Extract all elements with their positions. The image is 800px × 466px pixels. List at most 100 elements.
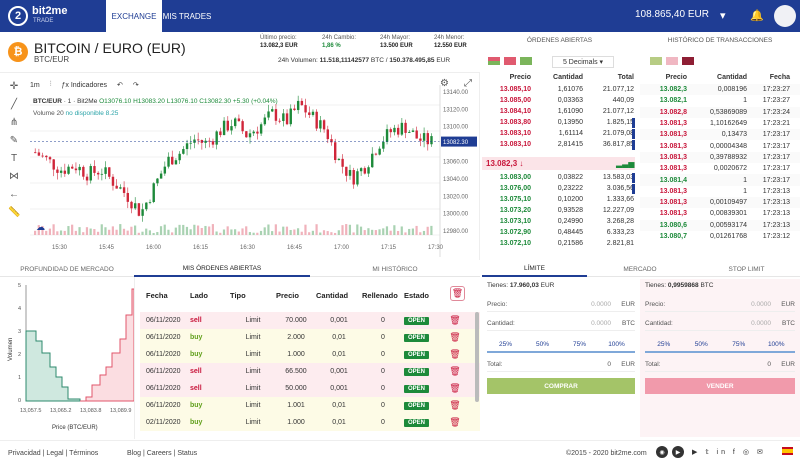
candle-body (163, 166, 167, 174)
history-cell: 13.081,4 (659, 176, 687, 184)
volume-bar (159, 226, 163, 235)
bitcoin-icon: ₿ (8, 42, 28, 62)
order-row: 06/11/2020 sell Limit 66.500 0,001 0 OPEN 🗑 (140, 363, 480, 380)
decimals-select[interactable]: 5 Decimals ▾ (552, 56, 614, 68)
history-view-toggle[interactable] (650, 57, 702, 65)
volume-bar (89, 228, 92, 235)
buy-button[interactable]: COMPRAR (487, 378, 635, 394)
tab-market-depth[interactable]: PROFUNDIDAD DE MERCADO (0, 262, 134, 277)
bid-cell: 1.333,66 (606, 196, 634, 203)
ruler-icon[interactable]: 📏 (8, 207, 20, 219)
sell-button[interactable]: VENDER (645, 378, 795, 394)
volume-bar (241, 228, 244, 235)
candle-body (222, 120, 226, 136)
ask-row[interactable]: 13.083,80 0,13950 1.825,15 (482, 117, 635, 128)
bid-row[interactable]: 13.073,10 0,24990 3.268,28 (482, 216, 635, 227)
bid-row[interactable]: 13.076,00 0,23222 3.036,56 (482, 183, 635, 194)
tab-mis-trades[interactable]: MIS TRADES (162, 0, 212, 32)
app-store-icon[interactable]: ◉ (656, 446, 668, 458)
bid-row[interactable]: 13.072,90 0,48445 6.333,23 (482, 227, 635, 238)
avatar[interactable] (774, 5, 796, 27)
trash-icon[interactable]: 🗑 (446, 315, 464, 326)
play-store-icon[interactable]: ▶ (672, 446, 684, 458)
text-icon[interactable]: T (8, 153, 20, 165)
candle-body (148, 202, 152, 203)
order-cell: 1.000 (287, 351, 305, 358)
volume-bar (178, 224, 181, 235)
trash-icon[interactable]: 🗑 (446, 349, 464, 360)
trash-icon[interactable]: 🗑 (446, 400, 464, 411)
tab-open-orders[interactable]: MIS ÓRDENES ABIERTAS (134, 262, 310, 277)
tab-stop-limit[interactable]: STOP LIMIT (693, 262, 800, 277)
orderbook-view-toggle[interactable] (488, 57, 540, 65)
buy-percent-selector[interactable]: 25% 50% 75% 100% (487, 341, 635, 353)
pattern-icon[interactable]: ⋈ (8, 171, 20, 183)
history-cell: 0,53869089 (710, 108, 747, 116)
price-chart[interactable]: 13140.00 13120.00 13100.00 13082.30 13060.00… (30, 85, 478, 257)
back-arrow-icon[interactable]: ← (8, 189, 20, 201)
candle-body (137, 203, 141, 216)
order-cell: 0 (381, 351, 385, 358)
social-icons[interactable]: ▶ 𝕥 in f ◎ ✉ (692, 448, 766, 456)
history-cell: 13.081,3 (659, 142, 687, 150)
bid-row[interactable]: 13.083,00 0,03822 13.583,03 (482, 172, 635, 183)
buy-quantity-field[interactable]: Cantidad: 0.0000 BTC (487, 317, 635, 331)
bid-row[interactable]: 13.072,10 0,21586 2.821,81 (482, 238, 635, 249)
bell-icon[interactable]: 🔔 (750, 9, 764, 22)
volume-bar (100, 224, 103, 235)
ask-cell: 36.817,85 (602, 141, 634, 148)
delete-all-button[interactable]: 🗑 (450, 286, 465, 301)
tab-history[interactable]: MI HISTÓRICO (310, 262, 480, 277)
bit2me-logo[interactable]: 2 (8, 6, 28, 26)
buy-price-field[interactable]: Precio: 0.0000 EUR (487, 298, 635, 312)
trendline-icon[interactable]: ╱ (8, 99, 20, 111)
candle-body (334, 142, 337, 161)
candle-body (396, 127, 400, 135)
scrollbar[interactable] (475, 312, 479, 402)
bid-row[interactable]: 13.073,20 0,93528 12.227,09 (482, 205, 635, 216)
ask-row[interactable]: 13.083,10 1,61114 21.079,08 (482, 128, 635, 139)
volume-bar (115, 229, 118, 235)
volume-bar (152, 232, 155, 235)
tab-exchange[interactable]: EXCHANGE (106, 0, 162, 32)
volume-bar (293, 229, 296, 235)
language-flag-icon[interactable] (782, 447, 793, 455)
crosshair-icon[interactable]: ✛ (8, 81, 20, 93)
candle-body (159, 173, 163, 179)
trash-icon[interactable]: 🗑 (446, 332, 464, 343)
brush-icon[interactable]: ✎ (8, 135, 20, 147)
bid-row[interactable]: 13.075,10 0,10200 1.333,66 (482, 194, 635, 205)
signal-icon: ▂▃▅ (616, 159, 635, 168)
history-row: 13.082,3 0,008196 17:23:27 (640, 84, 800, 96)
volume-bar (74, 230, 77, 235)
trash-icon[interactable]: 🗑 (446, 366, 464, 377)
trash-icon[interactable]: 🗑 (446, 417, 464, 428)
fork-icon[interactable]: ⋔ (8, 117, 20, 129)
trash-icon[interactable]: 🗑 (446, 383, 464, 394)
ask-cell: 440,09 (612, 97, 634, 104)
ask-row[interactable]: 13.085,10 1,61076 21.077,12 (482, 84, 635, 95)
depth-bar (632, 128, 635, 139)
ask-row[interactable]: 13.083,10 2,81415 36.817,85 (482, 139, 635, 150)
volume-bar (422, 230, 426, 235)
order-cell: OPEN (404, 334, 446, 342)
volume-bar (271, 231, 274, 235)
candle-body (145, 202, 148, 210)
tab-market[interactable]: MERCADO (587, 262, 693, 277)
footer-legal-links[interactable]: Privacidad | Legal | Términos (8, 450, 98, 457)
candle-body (296, 100, 300, 111)
footer-company-links[interactable]: Blog | Careers | Status (127, 450, 197, 457)
ask-row[interactable]: 13.085,00 0,03363 440,09 (482, 95, 635, 106)
ask-row[interactable]: 13.084,10 1,61090 21.077,12 (482, 106, 635, 117)
bid-cell: 0,24990 (557, 218, 583, 225)
chevron-down-icon[interactable]: ▾ (720, 9, 726, 22)
sell-percent-selector[interactable]: 25% 50% 75% 100% (645, 341, 795, 353)
volume-bar (226, 226, 229, 235)
sell-price-field[interactable]: Precio: 0.0000 EUR (645, 298, 795, 312)
cloud-icon[interactable]: ☁ (36, 222, 45, 233)
order-cell: 06/11/2020 (146, 317, 181, 324)
buy-balance: Tienes: 17.960,03 EUR (487, 282, 555, 289)
sell-quantity-field[interactable]: Cantidad: 0.0000 BTC (645, 317, 795, 331)
brand-sub: TRADE (33, 18, 54, 24)
tab-limit[interactable]: LÍMITE (482, 262, 587, 277)
